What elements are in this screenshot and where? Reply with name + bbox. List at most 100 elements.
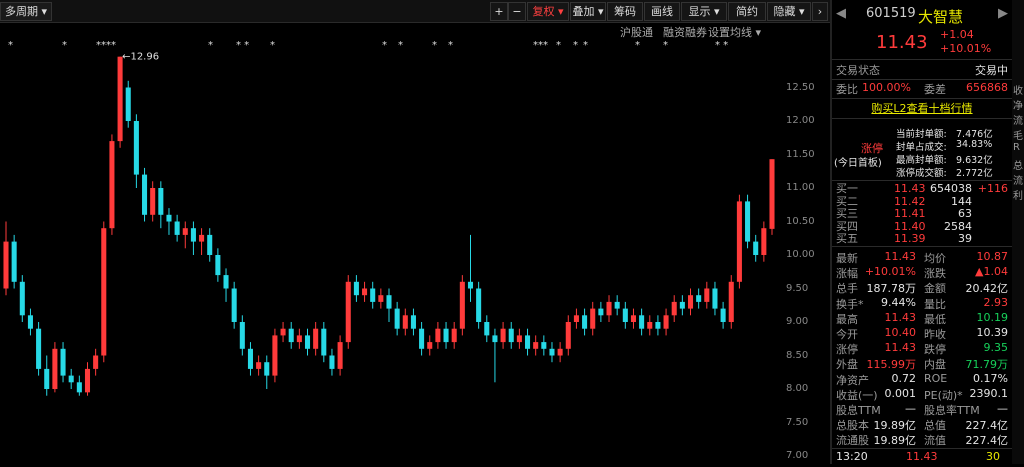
margin-trading-link[interactable]: 融资融券 — [663, 24, 707, 40]
bid-row[interactable]: 买二 11.42 144 — [832, 195, 1012, 208]
candle-body[interactable] — [769, 159, 775, 229]
bid-row[interactable]: 买一 11.43 654038 +116 — [832, 183, 1012, 195]
candle-body[interactable] — [508, 328, 514, 343]
candle-body[interactable] — [182, 228, 188, 235]
candle-body[interactable] — [687, 295, 694, 309]
candle-body[interactable] — [125, 87, 131, 122]
candle-body[interactable] — [753, 241, 759, 255]
candle-body[interactable] — [142, 174, 148, 215]
period-selector[interactable]: 多周期 ▾ — [0, 2, 53, 21]
candle-body[interactable] — [533, 342, 539, 349]
candle-body[interactable] — [231, 288, 237, 323]
candle-body[interactable] — [663, 315, 669, 329]
candle-body[interactable] — [296, 335, 302, 343]
draw-line-button[interactable]: 画线 — [644, 2, 680, 21]
fuquan-button[interactable]: 复权 ▾ — [527, 2, 569, 21]
candle-body[interactable] — [451, 328, 457, 343]
candle-body[interactable] — [386, 295, 392, 309]
candle-body[interactable] — [419, 328, 425, 349]
simple-button[interactable]: 简约 — [728, 2, 766, 21]
candle-body[interactable] — [93, 355, 99, 369]
candle-body[interactable] — [215, 255, 221, 276]
side-tab[interactable]: 净 — [1013, 97, 1023, 112]
candle-body[interactable] — [484, 322, 490, 336]
candle-body[interactable] — [190, 228, 196, 242]
candle-body[interactable] — [313, 328, 319, 349]
side-tab[interactable]: 总 — [1013, 157, 1023, 172]
candle-body[interactable] — [712, 288, 718, 309]
side-tab[interactable]: 利 — [1013, 187, 1023, 202]
candle-body[interactable] — [614, 301, 620, 309]
candle-body[interactable] — [378, 295, 384, 302]
candle-body[interactable] — [736, 201, 742, 282]
candle-body[interactable] — [590, 308, 596, 329]
zoom-out-button[interactable]: − — [508, 2, 526, 21]
candle-body[interactable] — [52, 348, 58, 389]
candle-body[interactable] — [207, 234, 213, 255]
candle-body[interactable] — [443, 328, 449, 343]
candle-body[interactable] — [671, 301, 677, 316]
bid-row[interactable]: 买四 11.40 2584 — [832, 220, 1012, 233]
candle-body[interactable] — [256, 362, 262, 369]
candle-body[interactable] — [606, 301, 612, 316]
candle-body[interactable] — [166, 214, 172, 222]
candle-body[interactable] — [541, 342, 547, 349]
candle-body[interactable] — [761, 228, 767, 255]
candle-body[interactable] — [321, 328, 327, 356]
candle-body[interactable] — [150, 188, 156, 215]
candle-body[interactable] — [728, 281, 734, 322]
candle-body[interactable] — [622, 308, 628, 322]
candle-body[interactable] — [549, 348, 555, 356]
candle-body[interactable] — [598, 308, 604, 316]
side-tab[interactable]: 收 — [1013, 82, 1023, 97]
candle-body[interactable] — [639, 315, 645, 329]
side-tab[interactable]: 流 — [1013, 112, 1023, 127]
candle-body[interactable] — [247, 348, 253, 369]
candle-body[interactable] — [117, 56, 123, 142]
candle-body[interactable] — [704, 288, 710, 302]
candle-body[interactable] — [525, 335, 531, 349]
candle-body[interactable] — [27, 315, 33, 329]
candle-body[interactable] — [565, 322, 571, 349]
candle-body[interactable] — [630, 315, 636, 322]
candle-body[interactable] — [353, 281, 359, 296]
candle-body[interactable] — [174, 221, 180, 235]
candle-body[interactable] — [84, 368, 91, 393]
candle-body[interactable] — [476, 288, 482, 323]
side-tab[interactable]: R — [1013, 142, 1020, 153]
candle-body[interactable] — [329, 355, 335, 369]
candle-body[interactable] — [199, 234, 205, 242]
candle-body[interactable] — [19, 281, 25, 316]
candlestick-plot[interactable]: ←12.96 — [0, 50, 786, 464]
candle-body[interactable] — [60, 348, 66, 376]
candle-body[interactable] — [345, 281, 351, 343]
candle-body[interactable] — [76, 382, 82, 393]
candle-body[interactable] — [158, 188, 164, 215]
candle-body[interactable] — [655, 322, 661, 329]
candle-body[interactable] — [696, 295, 702, 302]
candle-body[interactable] — [101, 228, 107, 356]
candle-body[interactable] — [516, 335, 522, 343]
bid-row[interactable]: 买三 11.41 63 — [832, 208, 1012, 220]
side-tab[interactable]: 流 — [1013, 172, 1023, 187]
candle-body[interactable] — [745, 201, 751, 242]
candle-body[interactable] — [362, 288, 368, 296]
candle-body[interactable] — [500, 328, 506, 343]
hide-button[interactable]: 隐藏 ▾ — [767, 2, 811, 21]
bid-row[interactable]: 买五 11.39 39 — [832, 233, 1012, 245]
candle-body[interactable] — [272, 335, 278, 376]
candle-body[interactable] — [264, 362, 270, 376]
chip-button[interactable]: 筹码 — [607, 2, 643, 21]
candle-body[interactable] — [68, 375, 74, 383]
candle-body[interactable] — [492, 335, 498, 343]
candle-body[interactable] — [280, 328, 286, 336]
candle-body[interactable] — [370, 288, 376, 302]
prev-stock-icon[interactable]: ◀ — [836, 6, 846, 21]
candle-body[interactable] — [720, 308, 726, 322]
kline-chart-area[interactable]: 多周期 ▾ + − 复权 ▾ 叠加 ▾ 筹码 画线 显示 ▾ 简约 隐藏 ▾ ›… — [0, 0, 830, 464]
ma-settings-button[interactable]: 设置均线 ▾ — [708, 24, 761, 40]
side-tab[interactable]: 毛 — [1013, 127, 1023, 142]
candle-body[interactable] — [109, 141, 115, 229]
candle-body[interactable] — [304, 335, 311, 349]
candle-body[interactable] — [410, 315, 416, 329]
